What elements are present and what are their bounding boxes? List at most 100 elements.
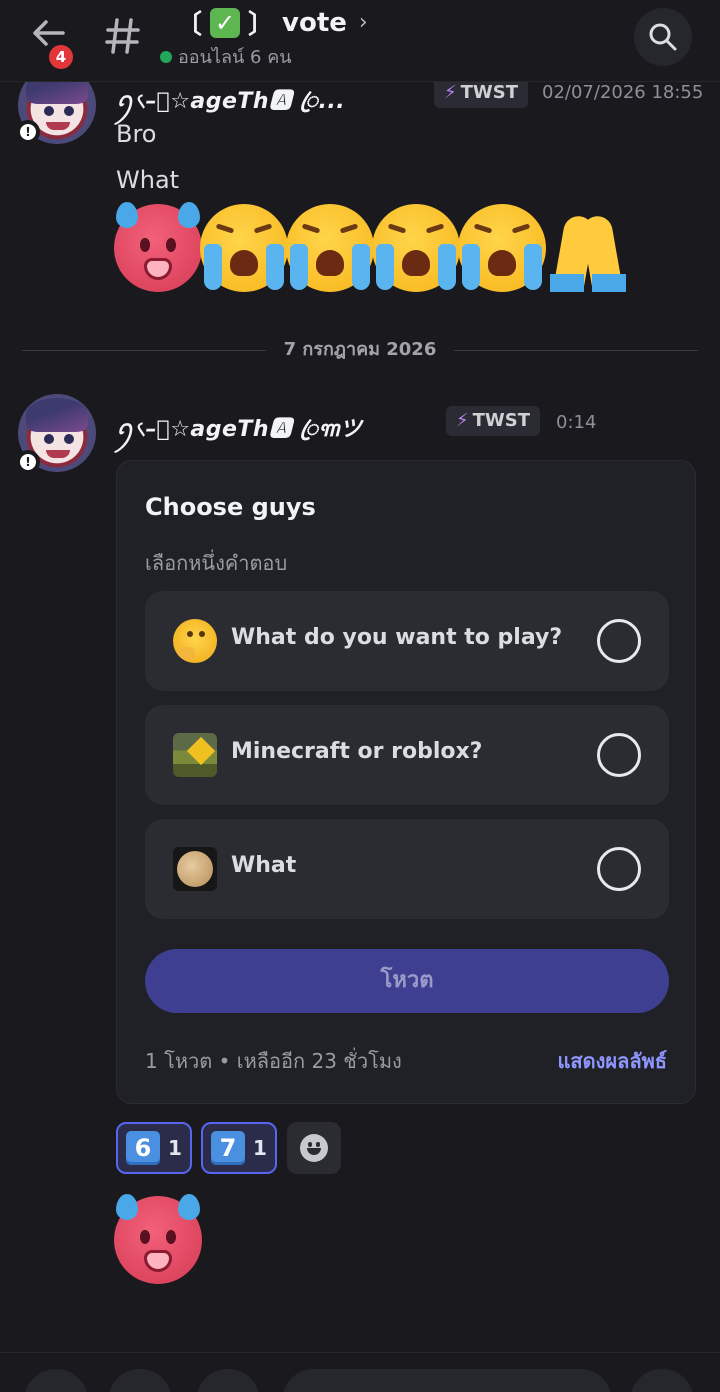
- avatar-mouth: [46, 450, 70, 458]
- poll-option-radio[interactable]: [597, 619, 641, 663]
- eye: [166, 238, 176, 252]
- cuff: [592, 274, 626, 292]
- tear: [266, 244, 284, 290]
- search-button[interactable]: [634, 8, 692, 66]
- poll-option[interactable]: What do you want to play?: [145, 591, 669, 691]
- hot-face-icon: [114, 202, 202, 292]
- sweat-drop: [178, 202, 200, 228]
- hash-icon: [105, 18, 140, 54]
- eye: [140, 238, 150, 252]
- keycap-7-icon: 7: [211, 1131, 245, 1165]
- username[interactable]: ꪆ৻–⃟☆ageTh🅰 ꦿ꧑ツ: [116, 408, 362, 457]
- online-status: ออนไลน์ 6 คน: [160, 42, 292, 71]
- message-input[interactable]: [282, 1369, 612, 1392]
- smile-icon: [300, 1134, 328, 1162]
- eye: [308, 1142, 312, 1147]
- show-results-link[interactable]: แสดงผลลัพธ์: [558, 1045, 667, 1077]
- bracket-left: 〔: [176, 10, 203, 40]
- minecraft-roblox-image: [173, 733, 217, 777]
- poll-option[interactable]: What: [145, 819, 669, 919]
- brow: [387, 223, 407, 234]
- reaction-keycap-7[interactable]: 7 1: [201, 1122, 277, 1174]
- poll-option[interactable]: Minecraft or roblox?: [145, 705, 669, 805]
- mouth: [402, 250, 430, 276]
- notification-badge: 4: [46, 42, 76, 72]
- road-sign: [186, 736, 216, 766]
- message-timestamp: 02/07/2026 18:55: [542, 82, 704, 103]
- tear: [438, 244, 456, 290]
- date-label: 7 กรกฎาคม 2026: [22, 336, 698, 364]
- voice-button[interactable]: [630, 1369, 694, 1392]
- cookie-image: [173, 847, 217, 891]
- poll-question: Choose guys: [145, 493, 316, 521]
- avatar-eye: [64, 434, 74, 444]
- tongue: [144, 1250, 172, 1272]
- poll-footer: 1 โหวต • เหลืออีก 23 ชั่วโมง: [145, 1049, 402, 1073]
- apps-button[interactable]: [108, 1369, 172, 1392]
- search-icon: [649, 23, 677, 51]
- gift-button[interactable]: [196, 1369, 260, 1392]
- avatar-hat: [26, 398, 88, 432]
- sweat-drop: [178, 1194, 200, 1220]
- loudly-crying-face-icon: [286, 204, 374, 292]
- lightning-icon: ⚡: [456, 410, 469, 431]
- bracket-right: 〕: [248, 10, 275, 40]
- eye: [166, 1230, 176, 1244]
- channel-name: vote: [282, 7, 347, 38]
- brow: [301, 223, 321, 234]
- folded-hands-icon: [544, 204, 632, 292]
- tongue: [144, 258, 172, 280]
- status-icon: !: [16, 450, 40, 474]
- chevron-right-icon: ›: [358, 10, 368, 35]
- message-timestamp: 0:14: [556, 412, 597, 433]
- loudly-crying-face-icon: [372, 204, 460, 292]
- brow: [215, 223, 235, 234]
- loudly-crying-face-icon: [200, 204, 288, 292]
- tear: [204, 244, 222, 290]
- add-reaction-button[interactable]: [287, 1122, 341, 1174]
- avatar-eye: [44, 106, 54, 116]
- avatar-eye: [44, 434, 54, 444]
- reaction-count: 1: [168, 1136, 182, 1160]
- eye: [316, 1142, 320, 1147]
- poll-option-label: Minecraft or roblox?: [231, 739, 483, 764]
- server-tag-label: TWST: [460, 82, 519, 103]
- channel-header: 4 〔 ✓ 〕 vote › ออนไลน์ 6 คน: [0, 0, 720, 82]
- cuff: [550, 274, 584, 292]
- brow: [339, 223, 359, 234]
- plus-button[interactable]: [24, 1369, 88, 1392]
- avatar-eye: [64, 106, 74, 116]
- server-tag-label: TWST: [472, 410, 531, 431]
- lightning-icon: ⚡: [444, 82, 457, 103]
- keycap-6-icon: 6: [126, 1131, 160, 1165]
- brow: [473, 223, 493, 234]
- reaction-keycap-6[interactable]: 6 1: [116, 1122, 192, 1174]
- hand: [177, 647, 195, 661]
- brow: [511, 223, 531, 234]
- message-composer-bar: [0, 1352, 720, 1392]
- tear: [524, 244, 542, 290]
- eye: [187, 631, 193, 637]
- vote-button[interactable]: โหวต: [145, 949, 669, 1013]
- brow: [253, 223, 273, 234]
- tear: [290, 244, 308, 290]
- mouth: [307, 1148, 321, 1155]
- channel-title[interactable]: 〔 ✓ 〕 vote ›: [176, 4, 368, 41]
- back-button[interactable]: 4: [30, 14, 76, 72]
- poll-option-radio[interactable]: [597, 733, 641, 777]
- eye: [140, 1230, 150, 1244]
- poll-option-label: What do you want to play?: [231, 625, 563, 650]
- check-mark-icon: ✓: [210, 7, 241, 38]
- online-dot-icon: [160, 50, 172, 63]
- message-text: What: [116, 166, 180, 194]
- mouth: [316, 250, 344, 276]
- mouth: [488, 250, 516, 276]
- tear: [352, 244, 370, 290]
- brow: [425, 223, 445, 234]
- tear: [376, 244, 394, 290]
- poll-option-radio[interactable]: [597, 847, 641, 891]
- reaction-count: 1: [253, 1136, 267, 1160]
- message-text: Bro: [116, 120, 157, 148]
- status-icon: !: [16, 120, 40, 144]
- avatar-mouth: [46, 122, 70, 130]
